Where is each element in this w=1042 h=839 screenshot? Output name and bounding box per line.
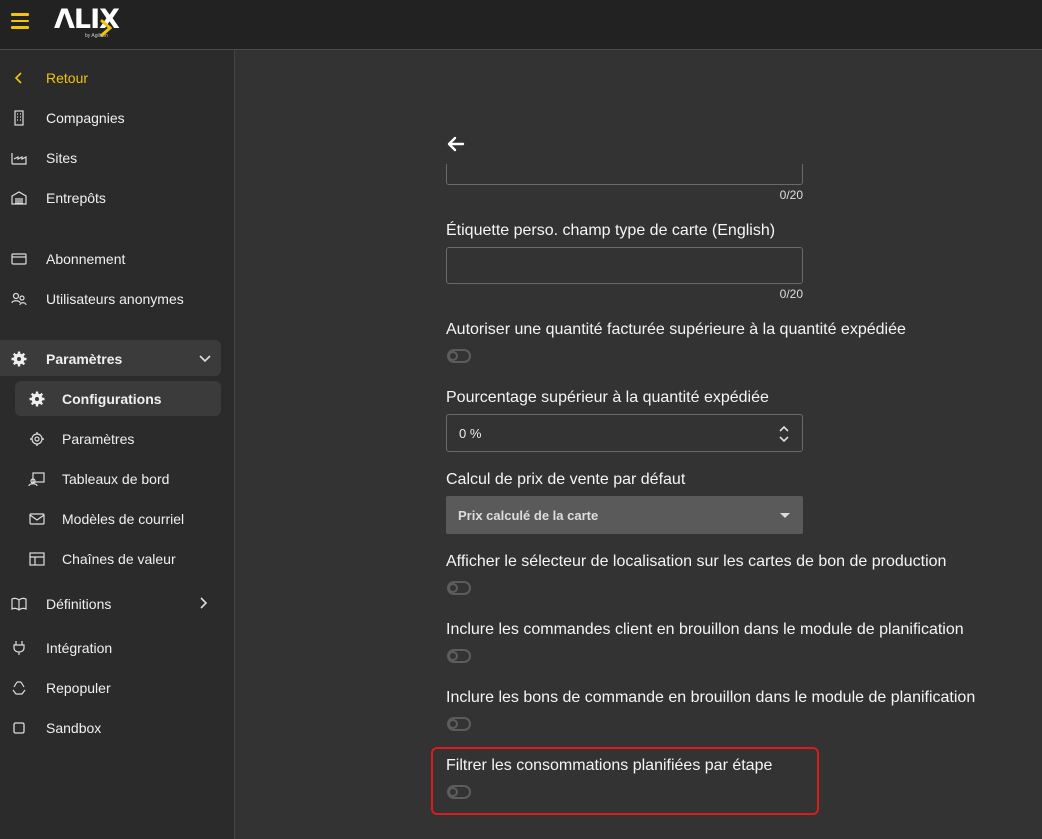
sidebar-back[interactable]: Retour [0,60,235,96]
char-counter: 0/20 [779,287,803,301]
sidebar-item-label: Sites [46,150,78,166]
gear-icon [29,391,45,407]
allow-higher-qty-label: Autoriser une quantité facturée supérieu… [446,321,906,338]
recycle-icon [12,681,26,695]
include-draft-purchase-orders-toggle[interactable] [447,717,471,731]
sidebar-item-label: Configurations [62,391,162,407]
credit-card-icon [11,253,27,265]
hamburger-menu-icon[interactable] [11,13,29,29]
mail-icon [29,513,45,525]
sidebar-back-label: Retour [46,70,89,86]
sidebar: Retour Compagnies Sites Entrepôts Abonne… [0,50,235,839]
allow-higher-qty-toggle[interactable] [447,349,471,363]
sidebar-item-label: Utilisateurs anonymes [46,291,184,307]
sidebar-item-configurations[interactable]: Configurations [0,381,235,417]
square-icon [13,722,25,734]
filter-consumptions-toggle[interactable] [447,785,471,799]
custom-label-title: Étiquette perso. champ type de carte (En… [446,222,776,239]
plug-icon [13,641,25,655]
caret-down-icon [780,513,790,518]
chevron-right-icon [200,597,208,609]
sidebar-item-entrepots[interactable]: Entrepôts [0,180,235,216]
sidebar-item-chaines-de-valeur[interactable]: Chaînes de valeur [0,541,235,577]
sidebar-group-label: Paramètres [46,351,123,367]
sidebar-item-integration[interactable]: Intégration [0,630,235,666]
percentage-input[interactable]: 0 % [446,414,803,452]
price-calc-label: Calcul de prix de vente par défaut [446,471,686,488]
sidebar-item-label: Intégration [46,640,113,656]
filter-consumptions-label: Filtrer les consommations planifiées par… [446,757,773,774]
char-counter: 0/20 [779,188,803,202]
sidebar-item-sites[interactable]: Sites [0,140,235,176]
sidebar-item-definitions[interactable]: Définitions [0,586,235,622]
sidebar-item-tableaux-de-bord[interactable]: Tableaux de bord [0,461,235,497]
book-icon [11,597,27,611]
sidebar-item-repopuler[interactable]: Repopuler [0,670,235,706]
show-location-selector-label: Afficher le sélecteur de localisation su… [446,553,947,570]
text-field-cut-off[interactable] [446,164,803,185]
sidebar-group-parametres[interactable]: Paramètres [0,341,235,377]
sidebar-item-utilisateurs-anonymes[interactable]: Utilisateurs anonymes [0,281,235,317]
gear-outline-icon [30,432,44,446]
sidebar-item-label: Tableaux de bord [62,471,170,487]
sidebar-item-label: Abonnement [46,251,126,267]
sidebar-item-label: Repopuler [46,680,111,696]
show-location-selector-toggle[interactable] [447,581,471,595]
price-calc-selected-value: Prix calculé de la carte [458,508,599,523]
building-icon [14,110,24,126]
sidebar-item-parametres[interactable]: Paramètres [0,421,235,457]
gear-icon [11,351,27,367]
sidebar-item-label: Compagnies [46,110,125,126]
anonymous-users-icon [11,292,27,306]
spinner-arrows-icon[interactable] [778,423,790,445]
sidebar-item-label: Paramètres [62,431,135,447]
sidebar-item-label: Sandbox [46,720,102,736]
sidebar-item-sandbox[interactable]: Sandbox [0,710,235,746]
warehouse-icon [11,191,27,205]
chevron-down-icon [199,355,211,363]
custom-label-input[interactable] [446,247,803,284]
logo[interactable]: ΛLIX by Agilium [54,4,120,44]
include-draft-client-orders-label: Inclure les commandes client en brouillo… [446,621,964,638]
include-draft-purchase-orders-label: Inclure les bons de commande en brouillo… [446,689,976,706]
sidebar-item-label: Modèles de courriel [62,511,185,527]
arrow-left-icon[interactable] [446,134,466,154]
sidebar-item-label: Entrepôts [46,190,106,206]
sidebar-item-abonnement[interactable]: Abonnement [0,241,235,277]
price-calc-select[interactable]: Prix calculé de la carte [446,496,803,534]
table-icon [29,552,45,566]
sidebar-item-modeles-de-courriel[interactable]: Modèles de courriel [0,501,235,537]
percentage-value: 0 % [459,426,482,441]
sidebar-item-compagnies[interactable]: Compagnies [0,100,235,136]
factory-icon [11,153,27,165]
include-draft-client-orders-toggle[interactable] [447,649,471,663]
percentage-label: Pourcentage supérieur à la quantité expé… [446,389,769,406]
sidebar-item-label: Définitions [46,596,112,612]
dashboard-icon [28,472,45,487]
chevron-left-icon [14,72,22,84]
top-bar: ΛLIX by Agilium [0,0,1042,50]
logo-chevron-icon [100,19,113,37]
sidebar-item-label: Chaînes de valeur [62,551,176,567]
